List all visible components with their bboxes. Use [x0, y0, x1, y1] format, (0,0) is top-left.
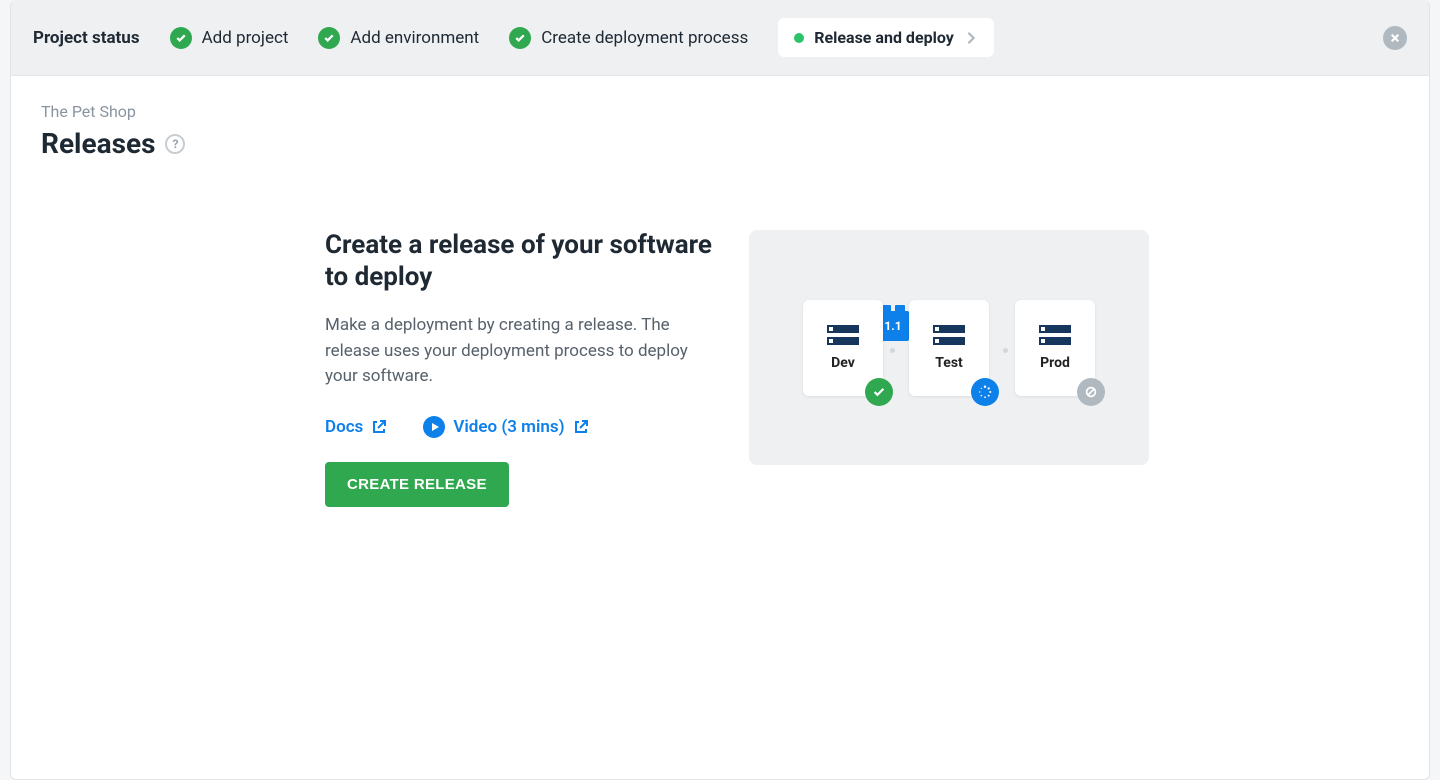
help-icon[interactable]: ?: [165, 134, 185, 154]
section-description: Make a deployment by creating a release.…: [325, 313, 715, 390]
docs-link[interactable]: Docs: [325, 417, 387, 437]
help-links: Docs Video (3 mins): [325, 416, 715, 438]
step-label: Release and deploy: [814, 28, 954, 47]
step-label: Create deployment process: [541, 28, 748, 48]
close-icon: [1390, 28, 1400, 47]
play-icon: [423, 416, 445, 438]
check-icon: [509, 27, 531, 49]
env-label: Test: [935, 355, 963, 371]
check-icon: [872, 385, 886, 399]
video-link[interactable]: Video (3 mins): [423, 416, 588, 438]
status-bar-title: Project status: [33, 28, 140, 48]
step-add-environment[interactable]: Add environment: [318, 27, 479, 49]
video-link-label: Video (3 mins): [453, 417, 564, 437]
env-card-prod: Prod: [1015, 300, 1095, 396]
server-icon: [1039, 325, 1071, 345]
step-release-and-deploy[interactable]: Release and deploy: [778, 18, 994, 57]
external-link-icon: [371, 419, 387, 435]
package-version: 1.1: [884, 319, 901, 333]
external-link-icon: [573, 419, 589, 435]
env-label: Prod: [1040, 355, 1070, 371]
step-create-deployment-process[interactable]: Create deployment process: [509, 27, 748, 49]
status-disabled-badge: [1077, 378, 1105, 406]
breadcrumb[interactable]: The Pet Shop: [41, 102, 1399, 121]
check-icon: [318, 27, 340, 49]
step-label: Add project: [202, 28, 289, 48]
docs-link-label: Docs: [325, 417, 363, 437]
status-progress-badge: [971, 378, 999, 406]
current-step-dot-icon: [794, 33, 804, 43]
page-title-row: Releases ?: [41, 127, 1399, 160]
page-title: Releases: [41, 127, 155, 160]
close-status-bar-button[interactable]: [1383, 26, 1407, 50]
env-card-test: Test: [909, 300, 989, 396]
release-pipeline-illustration: 1.1 Dev Test: [749, 230, 1149, 465]
chevron-right-icon: [964, 31, 978, 45]
spinner-icon: [978, 385, 992, 399]
status-ok-badge: [865, 378, 893, 406]
app-window: Project status Add project Add environme…: [10, 0, 1430, 780]
check-icon: [170, 27, 192, 49]
server-icon: [933, 325, 965, 345]
page-header: The Pet Shop Releases ?: [11, 76, 1429, 160]
section-heading: Create a release of your software to dep…: [325, 230, 715, 293]
release-intro: Create a release of your software to dep…: [325, 230, 715, 507]
stop-icon: [1084, 385, 1098, 399]
project-status-bar: Project status Add project Add environme…: [11, 0, 1429, 76]
step-add-project[interactable]: Add project: [170, 27, 289, 49]
create-release-button[interactable]: CREATE RELEASE: [325, 462, 509, 507]
env-label: Dev: [831, 355, 855, 371]
env-card-dev: Dev: [803, 300, 883, 396]
main-content: Create a release of your software to dep…: [11, 160, 1429, 537]
server-icon: [827, 325, 859, 345]
step-label: Add environment: [350, 28, 479, 48]
